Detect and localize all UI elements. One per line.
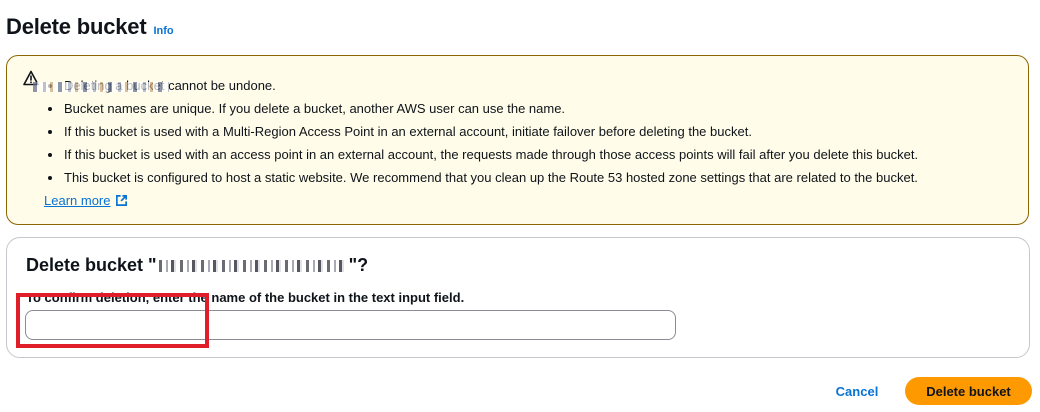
warning-list: Deleting a bucket cannot be undone. Buck…	[63, 74, 918, 189]
warning-alert: Deleting a bucket cannot be undone. Buck…	[6, 55, 1029, 225]
redacted-bucket-name	[158, 259, 347, 272]
annotation-highlight-box	[16, 293, 209, 348]
warning-icon	[23, 70, 39, 86]
confirm-heading-prefix: Delete bucket "	[26, 255, 157, 275]
warning-item: This bucket is configured to host a stat…	[63, 166, 918, 189]
external-link-icon	[116, 195, 128, 206]
warning-item: Bucket names are unique. If you delete a…	[63, 97, 918, 120]
confirm-heading: Delete bucket " "?	[26, 255, 368, 276]
learn-more-link[interactable]: Learn more	[44, 193, 128, 208]
delete-bucket-button[interactable]: Delete bucket	[905, 377, 1032, 405]
cancel-button[interactable]: Cancel	[826, 378, 888, 404]
warning-item: If this bucket is used with an access po…	[63, 143, 918, 166]
warning-item: If this bucket is used with a Multi-Regi…	[63, 120, 918, 143]
delete-bucket-page: Delete bucket Info Deleting a bucket can…	[0, 0, 1040, 412]
warning-item: Deleting a bucket cannot be undone.	[63, 74, 918, 97]
page-title: Delete bucket	[6, 14, 147, 39]
learn-more-label: Learn more	[44, 193, 111, 208]
info-link[interactable]: Info	[153, 25, 173, 37]
title-row: Delete bucket Info	[6, 14, 174, 40]
confirm-heading-suffix: "?	[348, 255, 369, 275]
